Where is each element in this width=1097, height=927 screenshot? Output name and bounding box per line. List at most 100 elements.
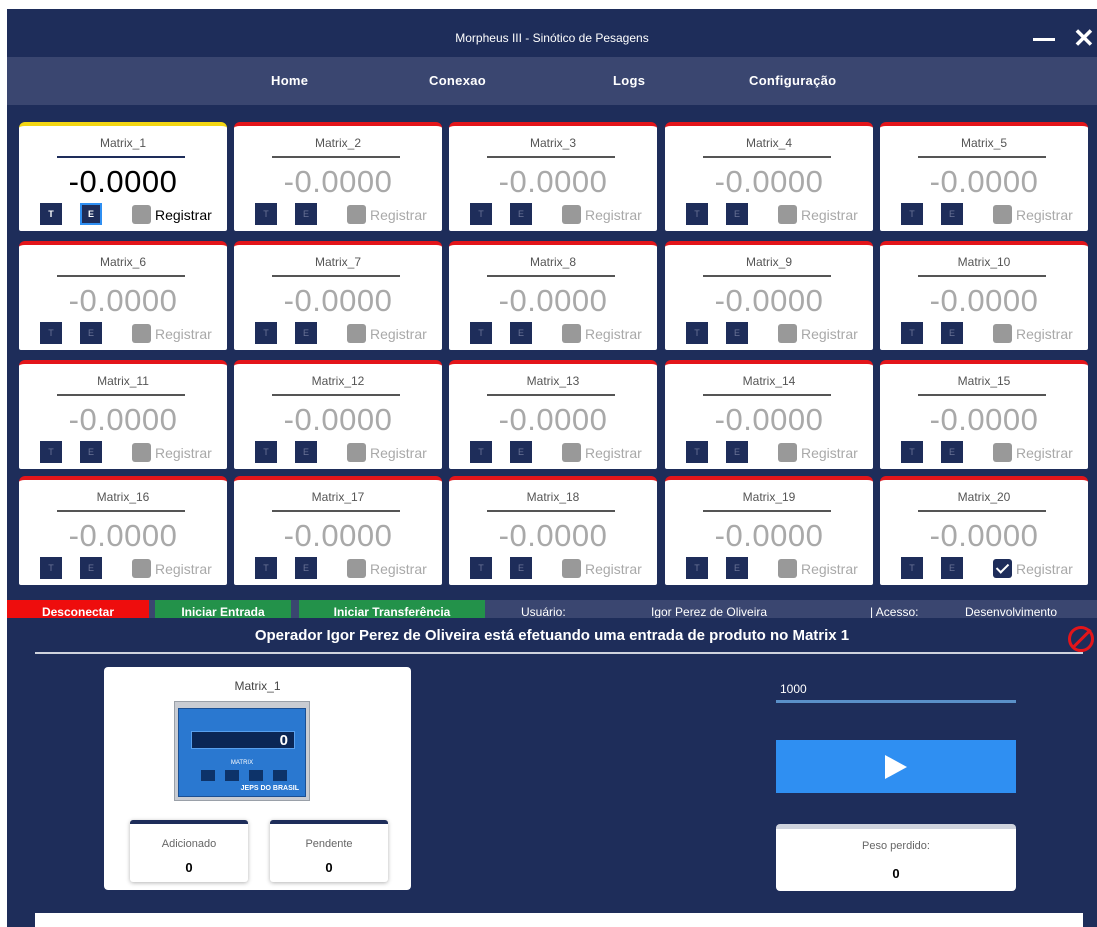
- register-label[interactable]: Registrar: [370, 207, 427, 223]
- e-button[interactable]: E: [726, 322, 748, 344]
- register-checkbox[interactable]: [993, 205, 1012, 224]
- register-checkbox[interactable]: [347, 324, 366, 343]
- register-label[interactable]: Registrar: [1016, 207, 1073, 223]
- scale-card[interactable]: Matrix_7 -0.0000 T E Registrar: [234, 241, 442, 350]
- scale-card[interactable]: Matrix_13 -0.0000 T E Registrar: [449, 360, 657, 469]
- nav-conexao[interactable]: Conexao: [429, 73, 486, 88]
- tare-button[interactable]: T: [470, 441, 492, 463]
- play-button[interactable]: [776, 740, 1016, 793]
- register-checkbox[interactable]: [347, 205, 366, 224]
- scale-card[interactable]: Matrix_6 -0.0000 T E Registrar: [19, 241, 227, 350]
- e-button[interactable]: E: [726, 441, 748, 463]
- tare-button[interactable]: T: [470, 322, 492, 344]
- scale-card[interactable]: Matrix_3 -0.0000 T E Registrar: [449, 122, 657, 231]
- e-button[interactable]: E: [941, 441, 963, 463]
- scale-card[interactable]: Matrix_10 -0.0000 T E Registrar: [880, 241, 1088, 350]
- register-label[interactable]: Registrar: [801, 207, 858, 223]
- register-label[interactable]: Registrar: [370, 445, 427, 461]
- tare-button[interactable]: T: [686, 441, 708, 463]
- e-button[interactable]: E: [510, 203, 532, 225]
- register-label[interactable]: Registrar: [585, 207, 642, 223]
- tare-button[interactable]: T: [686, 557, 708, 579]
- nav-logs[interactable]: Logs: [613, 73, 645, 88]
- tare-button[interactable]: T: [40, 557, 62, 579]
- scale-card[interactable]: Matrix_17 -0.0000 T E Registrar: [234, 476, 442, 585]
- register-label[interactable]: Registrar: [155, 561, 212, 577]
- register-checkbox[interactable]: [993, 324, 1012, 343]
- scale-card[interactable]: Matrix_12 -0.0000 T E Registrar: [234, 360, 442, 469]
- register-label[interactable]: Registrar: [801, 326, 858, 342]
- quantity-input[interactable]: [776, 669, 1016, 703]
- nav-configuracao[interactable]: Configuração: [749, 73, 836, 88]
- register-label[interactable]: Registrar: [155, 326, 212, 342]
- register-checkbox[interactable]: [778, 205, 797, 224]
- register-label[interactable]: Registrar: [585, 326, 642, 342]
- start-entry-button[interactable]: Iniciar Entrada: [155, 600, 291, 618]
- minimize-icon[interactable]: [1033, 38, 1055, 41]
- register-checkbox[interactable]: [778, 443, 797, 462]
- e-button[interactable]: E: [295, 322, 317, 344]
- tare-button[interactable]: T: [255, 322, 277, 344]
- register-checkbox[interactable]: [778, 559, 797, 578]
- register-checkbox[interactable]: [562, 443, 581, 462]
- tare-button[interactable]: T: [40, 441, 62, 463]
- tare-button[interactable]: T: [40, 322, 62, 344]
- tare-button[interactable]: T: [901, 441, 923, 463]
- e-button[interactable]: E: [80, 322, 102, 344]
- e-button[interactable]: E: [726, 557, 748, 579]
- tare-button[interactable]: T: [686, 203, 708, 225]
- e-button[interactable]: E: [80, 203, 102, 225]
- e-button[interactable]: E: [510, 322, 532, 344]
- tare-button[interactable]: T: [901, 557, 923, 579]
- register-label[interactable]: Registrar: [155, 207, 212, 223]
- e-button[interactable]: E: [295, 557, 317, 579]
- scale-card[interactable]: Matrix_8 -0.0000 T E Registrar: [449, 241, 657, 350]
- scale-card[interactable]: Matrix_5 -0.0000 T E Registrar: [880, 122, 1088, 231]
- e-button[interactable]: E: [510, 557, 532, 579]
- register-label[interactable]: Registrar: [370, 326, 427, 342]
- e-button[interactable]: E: [941, 203, 963, 225]
- disconnect-button[interactable]: Desconectar: [7, 600, 149, 618]
- blocked-icon[interactable]: [1068, 626, 1094, 652]
- nav-home[interactable]: Home: [271, 73, 308, 88]
- scale-card[interactable]: Matrix_1 -0.0000 T E Registrar: [19, 122, 227, 231]
- tare-button[interactable]: T: [255, 203, 277, 225]
- tare-button[interactable]: T: [470, 203, 492, 225]
- e-button[interactable]: E: [941, 557, 963, 579]
- register-label[interactable]: Registrar: [370, 561, 427, 577]
- register-checkbox[interactable]: [562, 324, 581, 343]
- register-checkbox[interactable]: [562, 205, 581, 224]
- register-checkbox[interactable]: [562, 559, 581, 578]
- register-label[interactable]: Registrar: [801, 561, 858, 577]
- register-checkbox[interactable]: [993, 443, 1012, 462]
- register-label[interactable]: Registrar: [585, 445, 642, 461]
- scale-card[interactable]: Matrix_16 -0.0000 T E Registrar: [19, 476, 227, 585]
- tare-button[interactable]: T: [686, 322, 708, 344]
- scale-card[interactable]: Matrix_20 -0.0000 T E Registrar: [880, 476, 1088, 585]
- close-icon[interactable]: ✕: [1073, 23, 1095, 53]
- e-button[interactable]: E: [726, 203, 748, 225]
- scale-card[interactable]: Matrix_15 -0.0000 T E Registrar: [880, 360, 1088, 469]
- e-button[interactable]: E: [510, 441, 532, 463]
- register-label[interactable]: Registrar: [1016, 326, 1073, 342]
- scale-card[interactable]: Matrix_9 -0.0000 T E Registrar: [665, 241, 873, 350]
- scale-card[interactable]: Matrix_2 -0.0000 T E Registrar: [234, 122, 442, 231]
- register-checkbox[interactable]: [132, 443, 151, 462]
- tare-button[interactable]: T: [901, 203, 923, 225]
- register-label[interactable]: Registrar: [1016, 445, 1073, 461]
- start-transfer-button[interactable]: Iniciar Transferência: [299, 600, 485, 618]
- register-label[interactable]: Registrar: [155, 445, 212, 461]
- register-label[interactable]: Registrar: [801, 445, 858, 461]
- register-checkbox[interactable]: [132, 324, 151, 343]
- scale-card[interactable]: Matrix_14 -0.0000 T E Registrar: [665, 360, 873, 469]
- scale-card[interactable]: Matrix_19 -0.0000 T E Registrar: [665, 476, 873, 585]
- register-label[interactable]: Registrar: [585, 561, 642, 577]
- tare-button[interactable]: T: [255, 441, 277, 463]
- e-button[interactable]: E: [941, 322, 963, 344]
- check-icon[interactable]: [993, 559, 1012, 578]
- scale-card[interactable]: Matrix_4 -0.0000 T E Registrar: [665, 122, 873, 231]
- e-button[interactable]: E: [80, 557, 102, 579]
- tare-button[interactable]: T: [901, 322, 923, 344]
- register-checkbox[interactable]: [347, 559, 366, 578]
- register-label[interactable]: Registrar: [1016, 561, 1073, 577]
